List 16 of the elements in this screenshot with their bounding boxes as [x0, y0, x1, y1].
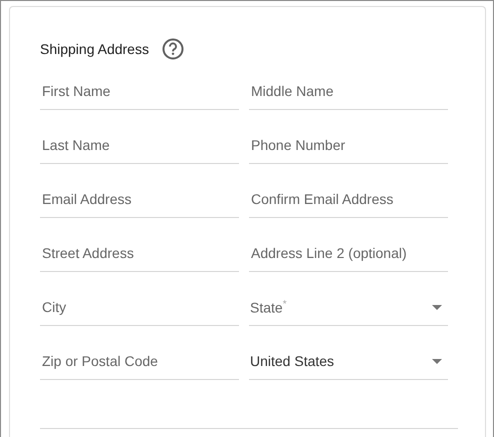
input-field[interactable]: Email Address [40, 181, 239, 218]
caret-icon [432, 304, 442, 310]
input-field[interactable]: Zip or Postal Code [40, 343, 239, 380]
dropdown-field[interactable]: State$^{*}$ [249, 289, 448, 326]
input-field[interactable]: City [40, 289, 239, 326]
input-field[interactable]: Middle Name [249, 73, 448, 110]
help-icon[interactable] [162, 38, 184, 60]
input-field[interactable]: Street Address [40, 235, 239, 272]
caret-icon [432, 358, 442, 364]
dropdown-field[interactable]: United States [249, 343, 448, 380]
input-field[interactable]: Address Line 2 (optional) [249, 235, 448, 272]
section-title: Shipping Address [40, 41, 149, 57]
input-field[interactable]: Phone Number [249, 127, 448, 164]
input-field[interactable]: Last Name [40, 127, 239, 164]
input-field[interactable]: Confirm Email Address [249, 181, 448, 218]
input-field[interactable]: First Name [40, 73, 239, 110]
